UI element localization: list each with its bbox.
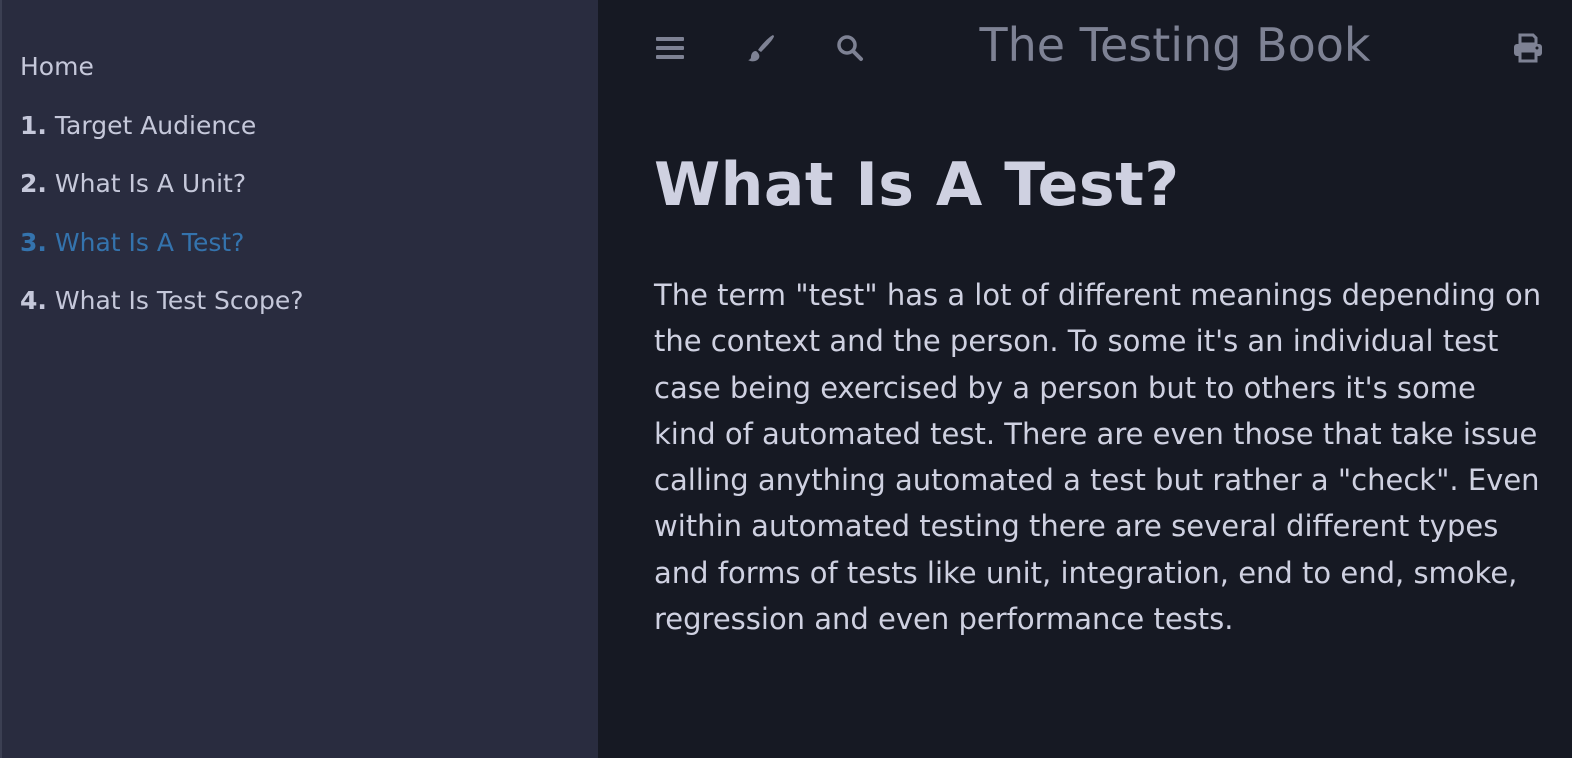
sidebar: Home 1. Target Audience 2. What Is A Unit?… <box>0 0 598 758</box>
chapter-content: What Is A Test? The term "test" has a lo… <box>654 150 1544 642</box>
toc-item-what-is-test-scope[interactable]: 4. What Is Test Scope? <box>2 280 598 339</box>
print-button[interactable] <box>1510 30 1546 66</box>
toc-item-target-audience[interactable]: 1. Target Audience <box>2 105 598 164</box>
toc-item-home[interactable]: Home <box>2 46 598 105</box>
book-title: The Testing Book <box>979 18 1371 72</box>
table-of-contents: Home 1. Target Audience 2. What Is A Unit?… <box>2 46 598 339</box>
chapter-paragraph: The term "test" has a lot of different m… <box>654 278 1542 637</box>
toc-item-what-is-a-unit[interactable]: 2. What Is A Unit? <box>2 163 598 222</box>
page-title: What Is A Test? <box>654 150 1180 220</box>
menu-bar: The Testing Book <box>598 0 1572 100</box>
toc-item-number: 1. <box>20 110 47 140</box>
toc-item-label: Home <box>20 52 94 81</box>
toc-item-label: What Is A Test? <box>54 227 245 257</box>
print-icon <box>1514 33 1542 63</box>
toc-item-label: What Is Test Scope? <box>54 286 304 315</box>
toc-item-label: What Is A Unit? <box>54 169 247 198</box>
toc-item-number: 3. <box>20 227 47 257</box>
toc-item-number: 4. <box>20 286 47 315</box>
toc-item-number: 2. <box>20 169 47 198</box>
main-content-area: The Testing Book What Is A Test? The ter… <box>598 0 1572 758</box>
toc-item-what-is-a-test[interactable]: 3. What Is A Test? <box>2 222 598 281</box>
toc-item-label: Target Audience <box>54 110 257 140</box>
